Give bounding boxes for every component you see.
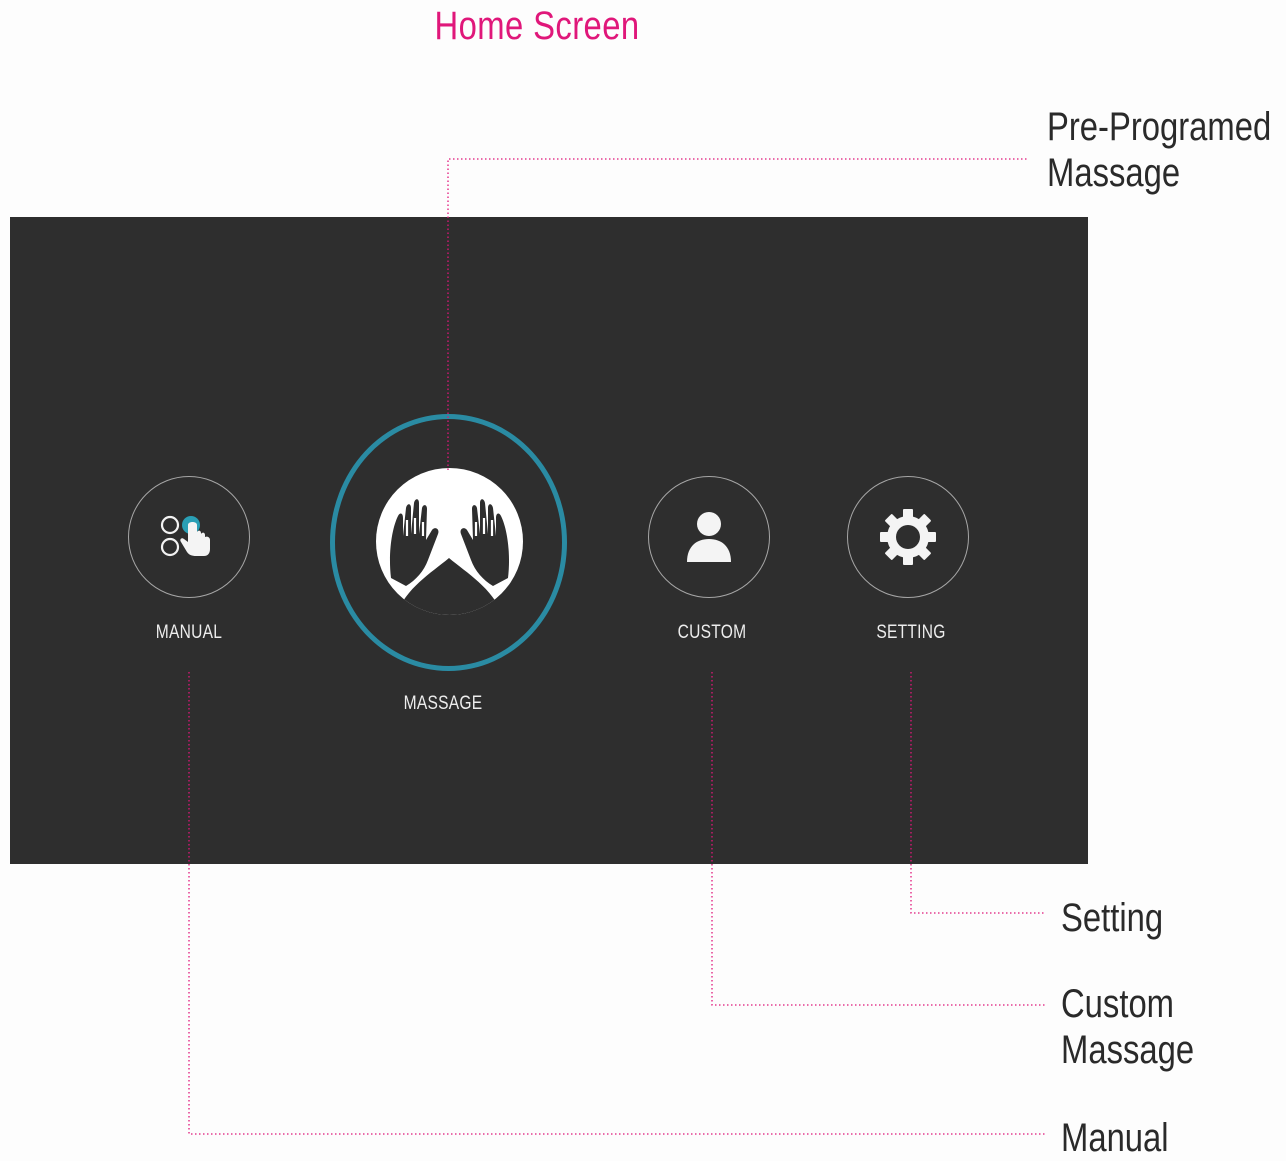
manual-label: MANUAL (155, 622, 223, 643)
callout-manual: Manual (1061, 1115, 1169, 1161)
gear-icon (880, 509, 936, 565)
callout-line-2: Massage (1061, 1028, 1195, 1072)
setting-button[interactable] (847, 476, 969, 598)
massage-button[interactable] (376, 468, 523, 615)
hands-icon (389, 499, 510, 615)
page-title: Home Screen (434, 4, 640, 48)
callout-line-2: Massage (1047, 151, 1181, 195)
callout-line-1: Setting (1061, 896, 1164, 940)
massage-label: MASSAGE (403, 693, 483, 714)
callout-line-1: Manual (1061, 1116, 1169, 1160)
callout-line-1: Custom (1061, 982, 1175, 1026)
callout-pre-programed-massage: Pre-Programed Massage (1047, 104, 1271, 196)
manual-touch-icon (160, 515, 210, 557)
custom-button[interactable] (648, 476, 770, 598)
callout-line-1: Pre-Programed (1047, 105, 1272, 149)
device-home-screen: MANUAL MASSAGE CUSTOM SETTING (10, 217, 1088, 864)
callout-custom-massage: Custom Massage (1061, 981, 1194, 1073)
setting-label: SETTING (876, 622, 946, 643)
custom-label: CUSTOM (677, 622, 747, 643)
user-icon (687, 512, 731, 562)
manual-button[interactable] (128, 476, 250, 598)
callout-setting: Setting (1061, 895, 1163, 941)
